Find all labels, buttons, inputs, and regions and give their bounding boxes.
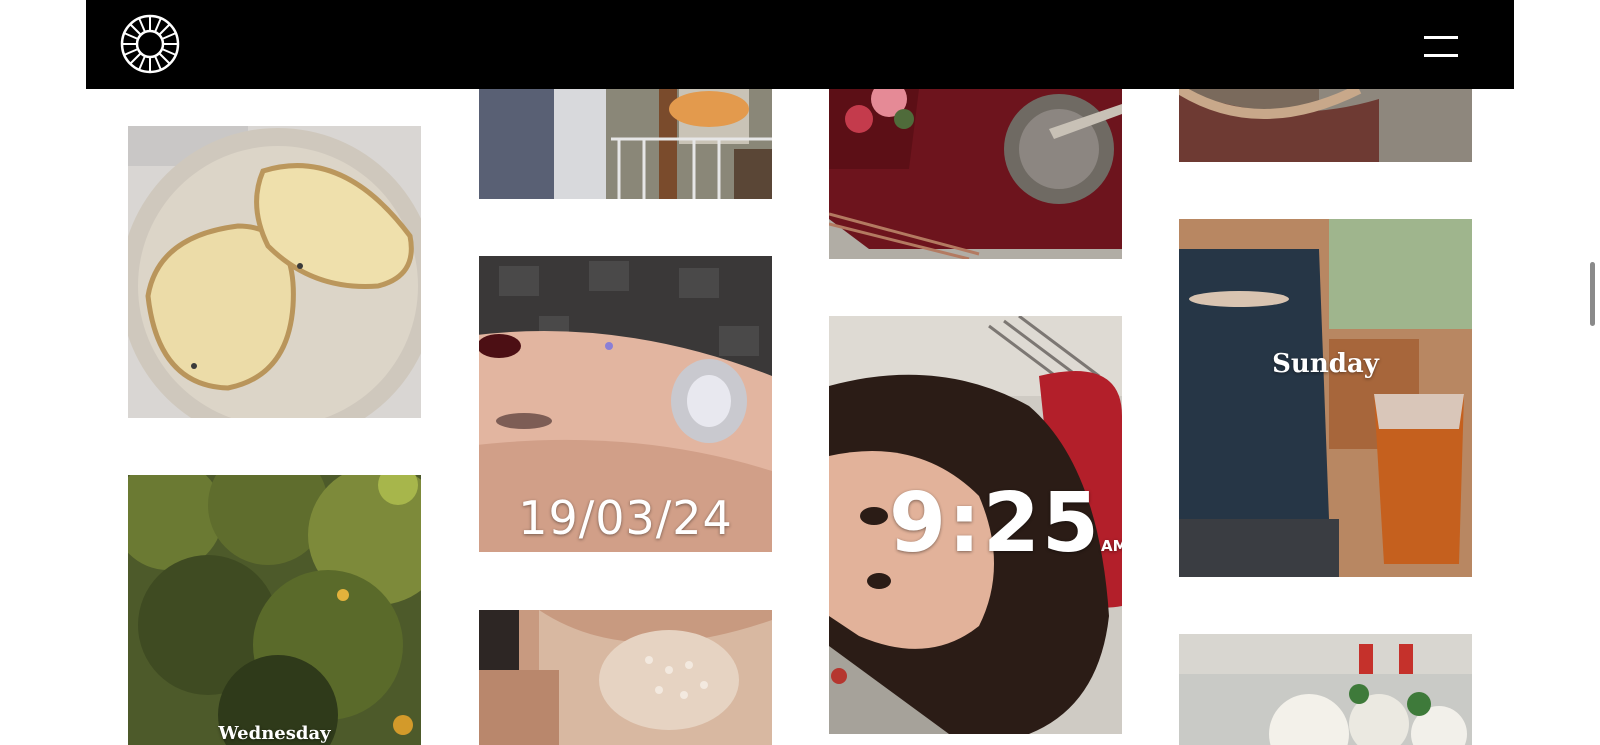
photo-ring-hand[interactable]: 19/03/24 [479, 256, 772, 552]
caption-date-stamp: 19/03/24 [518, 491, 733, 545]
photo-table-decor[interactable] [829, 89, 1122, 259]
scrollbar-thumb[interactable] [1590, 262, 1595, 326]
caption-clock-time: 9:25AM [889, 476, 1122, 571]
photo-balcony-view[interactable] [479, 89, 772, 199]
hamburger-menu-icon[interactable] [1424, 34, 1458, 58]
photo-laptop-sunday[interactable]: Sunday [1179, 219, 1472, 577]
clock-ampm-text: AM [1100, 537, 1122, 555]
photo-selfie-clock[interactable]: 9:25AM [829, 316, 1122, 734]
clock-time-text: 9:25 [889, 476, 1101, 571]
site-header [86, 0, 1514, 89]
photo-tree-wednesday[interactable]: Wednesday [128, 475, 421, 745]
vsco-logo-icon[interactable] [120, 14, 180, 74]
caption-wednesday: Wednesday [218, 723, 331, 744]
photo-white-roses[interactable] [1179, 634, 1472, 745]
caption-sunday: Sunday [1272, 349, 1379, 379]
photo-embroidered-fabric[interactable] [479, 610, 772, 745]
photo-bagel-plate[interactable] [128, 126, 421, 418]
photo-hair-closeup[interactable] [1179, 89, 1472, 162]
scrollbar[interactable] [1584, 0, 1600, 739]
